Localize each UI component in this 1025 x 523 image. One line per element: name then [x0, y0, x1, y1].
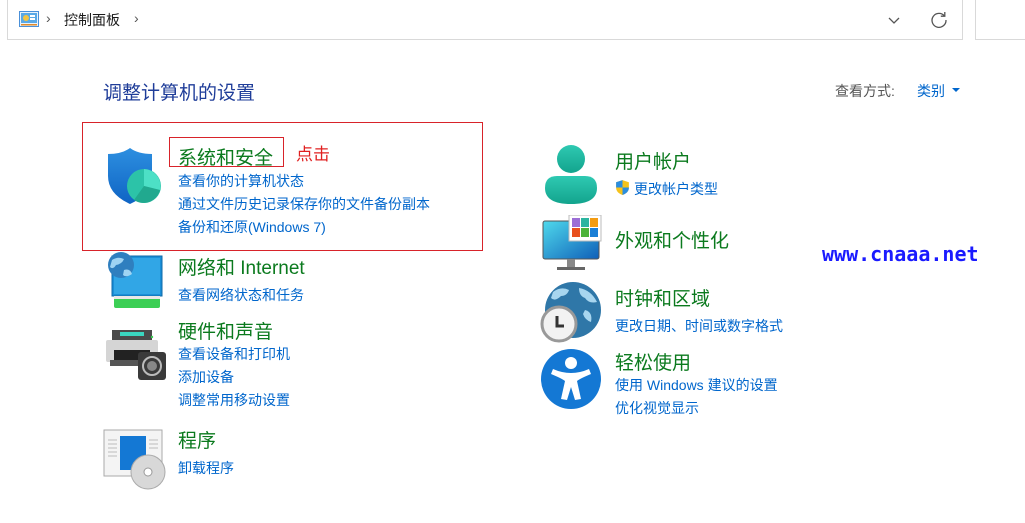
clock-globe-icon [540, 282, 601, 343]
category-network-internet[interactable]: 网络和 Internet [178, 253, 305, 280]
view-by-label: 查看方式: [835, 83, 895, 99]
address-bar[interactable]: › 控制面板 › [7, 0, 963, 40]
highlight-title-box [169, 137, 284, 167]
link-change-account-type[interactable]: 更改帐户类型 [634, 179, 718, 199]
refresh-icon[interactable] [929, 10, 949, 30]
category-programs[interactable]: 程序 [178, 426, 216, 453]
link-network-status[interactable]: 查看网络状态和任务 [178, 285, 304, 305]
category-hardware-sound[interactable]: 硬件和声音 [178, 317, 273, 344]
link-windows-suggested-settings[interactable]: 使用 Windows 建议的设置 [615, 375, 778, 395]
category-ease-of-access[interactable]: 轻松使用 [615, 348, 691, 375]
link-optimize-visual-display[interactable]: 优化视觉显示 [615, 398, 699, 418]
breadcrumb-control-panel[interactable]: 控制面板 [64, 10, 120, 30]
link-devices-printers[interactable]: 查看设备和打印机 [178, 344, 290, 364]
accessibility-icon [541, 349, 601, 409]
category-appearance[interactable]: 外观和个性化 [615, 226, 729, 253]
category-clock-region[interactable]: 时钟和区域 [615, 284, 710, 311]
appearance-icon [542, 215, 602, 270]
breadcrumb-separator[interactable]: › [134, 10, 139, 26]
uac-shield-icon [616, 180, 629, 195]
search-box[interactable] [975, 0, 1025, 40]
watermark: www.cnaaa.net [822, 242, 979, 266]
breadcrumb-separator[interactable]: › [46, 10, 51, 26]
view-by-dropdown[interactable]: 类别 [917, 81, 945, 101]
link-uninstall-program[interactable]: 卸载程序 [178, 458, 234, 478]
page-title: 调整计算机的设置 [103, 83, 256, 104]
caret-down-icon[interactable] [952, 88, 960, 92]
link-mobility-settings[interactable]: 调整常用移动设置 [178, 390, 290, 410]
click-annotation: 点击 [296, 145, 330, 164]
category-user-accounts[interactable]: 用户帐户 [615, 147, 691, 174]
printer-icon [106, 330, 166, 380]
chevron-down-icon[interactable] [884, 10, 904, 30]
link-change-date-time-format[interactable]: 更改日期、时间或数字格式 [615, 316, 783, 336]
control-panel-icon [19, 11, 39, 27]
network-icon [108, 252, 163, 308]
programs-icon [103, 429, 166, 490]
user-icon [545, 145, 597, 204]
link-add-device[interactable]: 添加设备 [178, 367, 234, 387]
